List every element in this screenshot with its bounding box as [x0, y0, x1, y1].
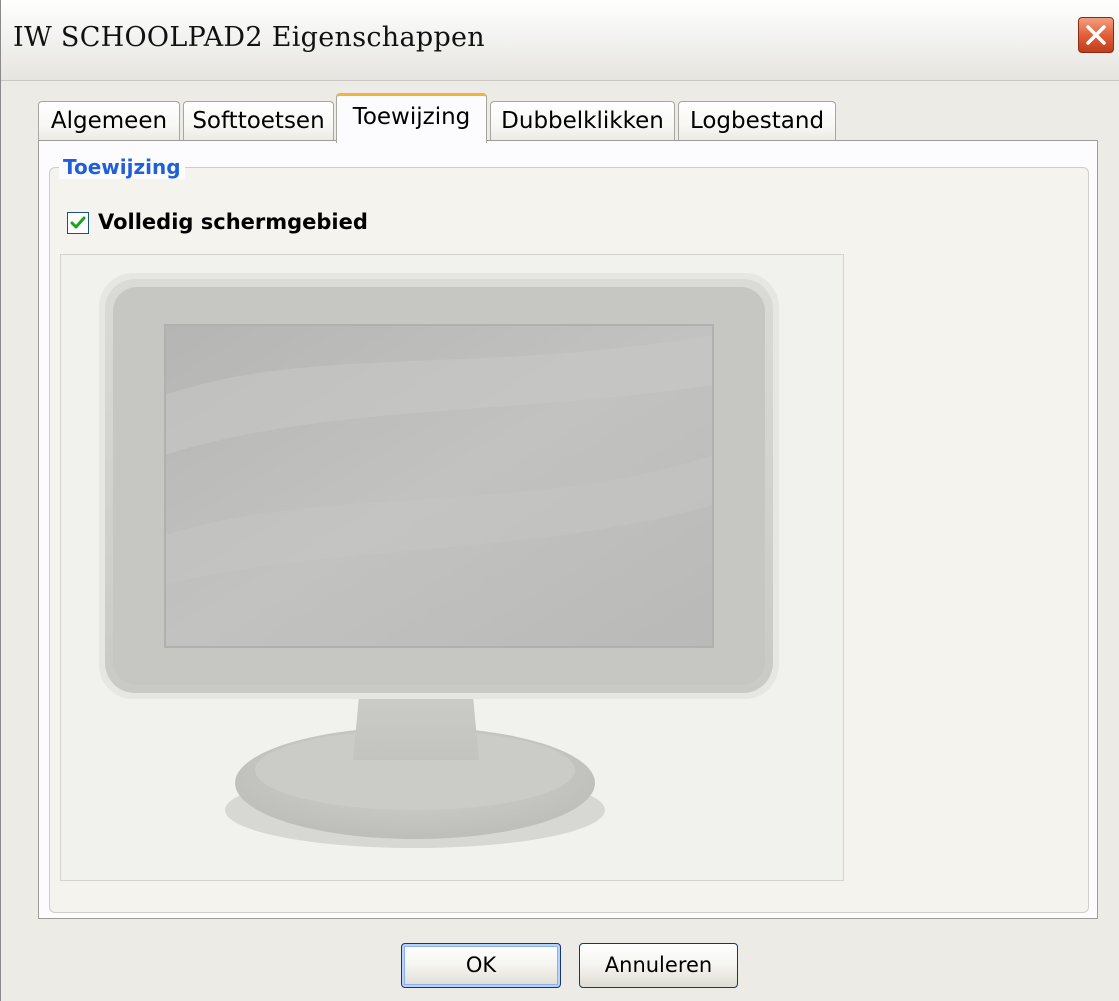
monitor-icon: [99, 273, 779, 848]
tab-toewijzing[interactable]: Toewijzing: [336, 93, 487, 143]
ok-button[interactable]: OK: [401, 943, 561, 988]
window-title: IW SCHOOLPAD2 Eigenschappen: [13, 22, 485, 53]
close-icon: [1086, 25, 1106, 45]
full-screen-checkbox[interactable]: [67, 212, 89, 234]
properties-dialog: IW SCHOOLPAD2 Eigenschappen Algemeen Sof…: [0, 0, 1119, 1001]
checkmark-icon: [70, 216, 86, 229]
title-bar[interactable]: IW SCHOOLPAD2 Eigenschappen: [1, 0, 1119, 81]
cancel-button[interactable]: Annuleren: [579, 943, 738, 988]
tab-strip: Algemeen Softtoetsen Toewijzing Dubbelkl…: [38, 93, 1098, 143]
mapping-preview: [60, 254, 844, 881]
tab-algemeen[interactable]: Algemeen: [38, 101, 180, 141]
close-button[interactable]: [1078, 17, 1114, 53]
tab-dubbelklikken[interactable]: Dubbelklikken: [490, 101, 675, 141]
full-screen-label[interactable]: Volledig schermgebied: [98, 210, 368, 234]
tab-softtoetsen[interactable]: Softtoetsen: [183, 101, 334, 141]
tab-logbestand[interactable]: Logbestand: [678, 101, 836, 141]
group-label: Toewijzing: [59, 155, 185, 179]
